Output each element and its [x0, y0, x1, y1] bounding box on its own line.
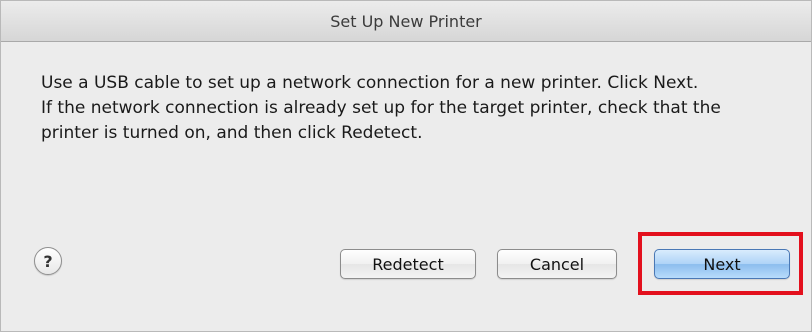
- instruction-line-usb: Use a USB cable to set up a network conn…: [41, 73, 699, 93]
- instruction-message: Use a USB cable to set up a network conn…: [41, 71, 781, 146]
- question-mark-icon: ?: [43, 251, 53, 271]
- title-bar[interactable]: Set Up New Printer: [1, 1, 811, 42]
- help-button[interactable]: ?: [34, 247, 62, 275]
- instruction-line-redetect: If the network connection is already set…: [41, 98, 721, 143]
- setup-printer-dialog: Set Up New Printer Use a USB cable to se…: [0, 0, 812, 332]
- next-button-highlight: [638, 232, 803, 295]
- redetect-button[interactable]: Redetect: [340, 249, 476, 279]
- cancel-button-label: Cancel: [529, 254, 585, 274]
- redetect-button-label: Redetect: [372, 254, 444, 274]
- cancel-button[interactable]: Cancel: [497, 249, 617, 279]
- dialog-title: Set Up New Printer: [330, 11, 482, 31]
